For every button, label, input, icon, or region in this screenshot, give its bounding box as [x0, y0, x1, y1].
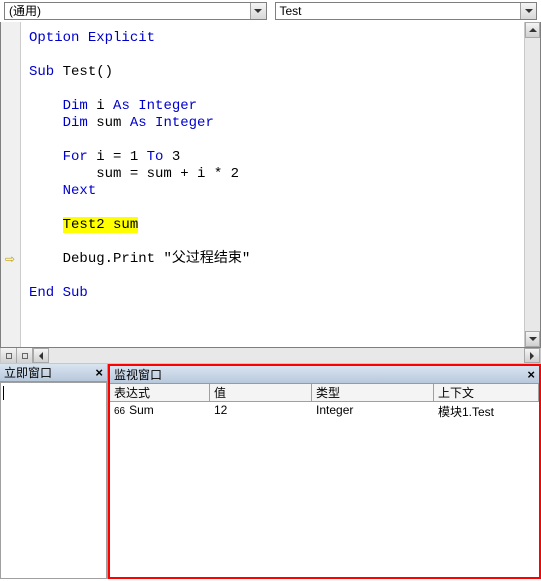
- chevron-down-icon: [525, 9, 533, 13]
- scroll-up-button[interactable]: [525, 22, 540, 38]
- code-token: Sub: [29, 64, 54, 80]
- horizontal-scrollbar[interactable]: [0, 348, 541, 364]
- execution-pointer-icon: ⇨: [5, 251, 15, 268]
- immediate-window-titlebar[interactable]: 立即窗口 ×: [0, 364, 107, 382]
- code-token: Debug.Print: [63, 251, 164, 267]
- code-token: sum: [88, 115, 130, 131]
- code-token: Dim: [63, 98, 88, 114]
- code-token: For: [63, 149, 88, 165]
- scroll-right-button[interactable]: [524, 348, 540, 363]
- code-token: Test(): [54, 64, 113, 80]
- code-token: As Integer: [113, 98, 197, 114]
- watch-col-context[interactable]: 上下文: [434, 384, 539, 401]
- text-caret: [3, 386, 4, 400]
- code-token: Explicit: [79, 30, 155, 46]
- code-token: As Integer: [130, 115, 214, 131]
- procedure-selector-dropdown-button[interactable]: [520, 3, 536, 19]
- code-token: i: [88, 98, 113, 114]
- code-token: Next: [63, 183, 97, 199]
- watch-expression: Sum: [129, 403, 154, 417]
- immediate-window-body[interactable]: [0, 382, 107, 579]
- code-body[interactable]: Option Explicit Sub Test() Dim i As Inte…: [21, 22, 524, 347]
- watch-icon: 66: [114, 406, 129, 417]
- code-token: Dim: [63, 115, 88, 131]
- procedure-view-button[interactable]: [1, 348, 17, 363]
- full-module-view-button[interactable]: [17, 348, 33, 363]
- square-icon: [22, 353, 28, 359]
- hscroll-track[interactable]: [33, 348, 540, 363]
- triangle-up-icon: [529, 28, 537, 32]
- code-editor[interactable]: ⇨ Option Explicit Sub Test() Dim i As In…: [0, 22, 541, 348]
- procedure-selector-text: Test: [276, 3, 521, 19]
- triangle-left-icon: [39, 352, 43, 360]
- watch-col-type[interactable]: 类型: [312, 384, 434, 401]
- immediate-window: 立即窗口 ×: [0, 364, 108, 579]
- immediate-window-title: 立即窗口: [4, 364, 52, 381]
- code-token: "父过程结束": [163, 251, 250, 267]
- watch-row[interactable]: 66Sum 12 Integer 模块1.Test: [110, 402, 539, 421]
- watch-context: 模块1.Test: [434, 403, 539, 420]
- code-token: End: [29, 285, 54, 301]
- watch-col-value[interactable]: 值: [210, 384, 312, 401]
- close-icon[interactable]: ×: [525, 367, 537, 382]
- scroll-down-button[interactable]: [525, 331, 540, 347]
- watch-header-row: 表达式 值 类型 上下文: [110, 384, 539, 402]
- scroll-left-button[interactable]: [33, 348, 49, 363]
- square-icon: [6, 353, 12, 359]
- code-token: i = 1: [88, 149, 147, 165]
- object-selector-dropdown-button[interactable]: [250, 3, 266, 19]
- watch-type: Integer: [312, 403, 434, 420]
- object-selector-combo[interactable]: (通用): [4, 2, 267, 20]
- margin-gutter: ⇨: [1, 22, 21, 347]
- vertical-scrollbar[interactable]: [524, 22, 540, 347]
- procedure-selector-combo[interactable]: Test: [275, 2, 538, 20]
- code-token: Option: [29, 30, 79, 46]
- code-token: [54, 285, 62, 301]
- close-icon[interactable]: ×: [93, 365, 105, 380]
- triangle-down-icon: [529, 337, 537, 341]
- watch-col-expression[interactable]: 表达式: [110, 384, 210, 401]
- watch-window-title: 监视窗口: [114, 366, 162, 383]
- chevron-down-icon: [254, 9, 262, 13]
- current-statement-highlight: Test2 sum: [63, 217, 139, 233]
- code-token: sum = sum + i * 2: [96, 166, 239, 182]
- watch-value: 12: [210, 403, 312, 420]
- code-token: 3: [163, 149, 180, 165]
- watch-window-titlebar[interactable]: 监视窗口 ×: [110, 366, 539, 384]
- triangle-right-icon: [530, 352, 534, 360]
- object-selector-text: (通用): [5, 3, 250, 19]
- code-token: To: [147, 149, 164, 165]
- watch-window: 监视窗口 × 表达式 值 类型 上下文 66Sum 12 Integer 模块1…: [108, 364, 541, 579]
- code-token: Sub: [63, 285, 88, 301]
